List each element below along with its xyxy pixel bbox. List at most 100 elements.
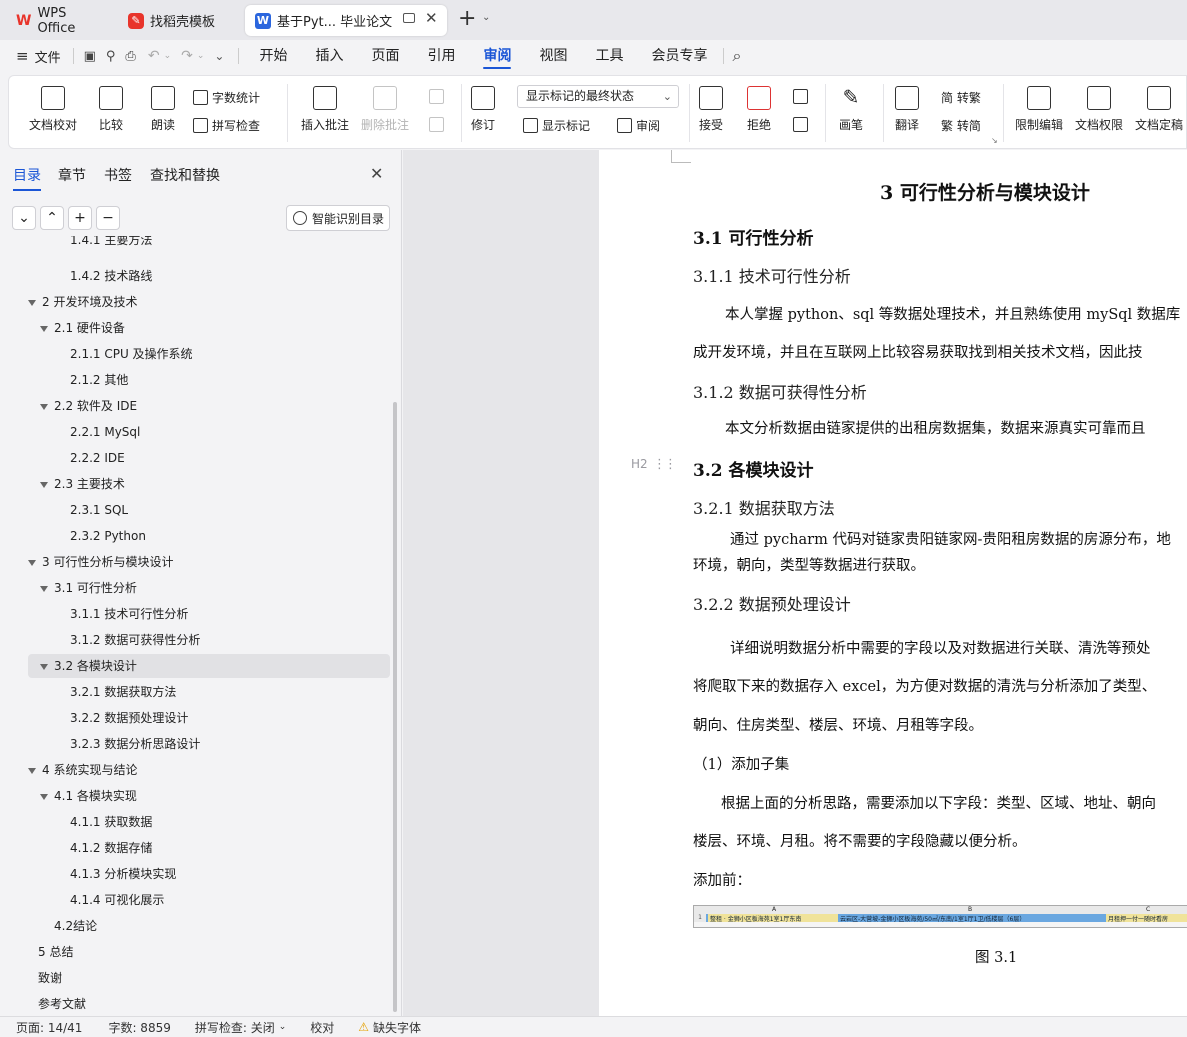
menu-page[interactable]: 页面 xyxy=(357,40,413,72)
toc-item[interactable]: 3.1.2 数据可获得性分析 xyxy=(28,628,390,652)
toc-scrollbar[interactable] xyxy=(393,402,397,1012)
toc-item[interactable]: 3.2.3 数据分析思路设计 xyxy=(28,732,390,756)
doc-permission-button[interactable]: 文档权限 xyxy=(1075,86,1123,133)
redo-chevron-icon[interactable]: ⌄ xyxy=(197,51,205,61)
toc-item[interactable]: 3.2.2 数据预处理设计 xyxy=(28,706,390,730)
hamburger-icon[interactable]: ≡ xyxy=(16,47,29,65)
toc-item[interactable]: 4.1.4 可视化展示 xyxy=(28,888,390,912)
expand-triangle-icon[interactable] xyxy=(40,481,48,488)
word-count-button[interactable]: 字数统计 xyxy=(193,89,260,106)
redo-icon[interactable]: ↷ xyxy=(181,48,193,64)
undo-chevron-icon[interactable]: ⌄ xyxy=(164,51,172,61)
toc-item[interactable]: 2 开发环境及技术 xyxy=(28,290,390,314)
toc-item[interactable]: 2.3.2 Python xyxy=(28,524,390,548)
expand-triangle-icon[interactable] xyxy=(40,585,48,592)
tab-find-replace[interactable]: 查找和替换 xyxy=(150,165,220,185)
toc-item[interactable]: 4.1.3 分析模块实现 xyxy=(28,862,390,886)
undo-icon[interactable]: ↶ xyxy=(148,48,160,64)
doc-finalize-button[interactable]: 文档定稿 xyxy=(1135,86,1183,133)
expand-triangle-icon[interactable] xyxy=(28,299,36,306)
revise-button[interactable]: 修订 xyxy=(471,86,495,133)
tab-list-chevron-icon[interactable]: ⌄ xyxy=(482,12,490,23)
close-panel-icon[interactable]: ✕ xyxy=(370,164,383,183)
new-tab-icon[interactable]: + xyxy=(458,6,476,31)
restrict-edit-button[interactable]: 限制编辑 xyxy=(1015,86,1063,133)
menu-review[interactable]: 审阅 xyxy=(469,40,525,72)
document-page[interactable]: 3 可行性分析与模块设计 3.1 可行性分析 3.1.1 技术可行性分析 本人掌… xyxy=(599,150,1187,1016)
chevron-down-icon[interactable]: ⌄ xyxy=(279,1022,287,1032)
spell-check-status[interactable]: 拼写检查: 关闭 xyxy=(195,1019,275,1036)
tab-wps-office[interactable]: W WPS Office xyxy=(6,5,114,36)
share-icon[interactable]: ⚲ xyxy=(106,49,116,64)
spell-check-button[interactable]: 拼写检查 xyxy=(193,117,260,134)
menu-home[interactable]: 开始 xyxy=(245,40,301,72)
tab-chapters[interactable]: 章节 xyxy=(58,165,86,185)
toc-item[interactable]: 4 系统实现与结论 xyxy=(28,758,390,782)
toc-item[interactable]: 参考文献 xyxy=(28,992,390,1016)
collapse-up-button[interactable]: ⌃ xyxy=(40,206,64,230)
remove-heading-button[interactable]: − xyxy=(96,206,120,230)
expand-triangle-icon[interactable] xyxy=(40,325,48,332)
accept-button[interactable]: 接受 xyxy=(699,86,723,133)
delete-comment-button[interactable]: 删除批注 xyxy=(361,86,409,133)
toc-item[interactable]: 2.2.1 MySql xyxy=(28,420,390,444)
menu-view[interactable]: 视图 xyxy=(525,40,581,72)
toc-item[interactable]: 4.1.2 数据存储 xyxy=(28,836,390,860)
next-change-icon[interactable] xyxy=(793,117,812,132)
proofread-status[interactable]: 校对 xyxy=(310,1019,334,1036)
toc-item[interactable]: 3 可行性分析与模块设计 xyxy=(28,550,390,574)
menu-tools[interactable]: 工具 xyxy=(581,40,637,72)
print-preview-icon[interactable]: ⎙ xyxy=(125,49,135,64)
toc-item[interactable]: 2.2 软件及 IDE xyxy=(28,394,390,418)
prev-change-icon[interactable] xyxy=(793,89,812,104)
trad-to-simp-button[interactable]: 繁 转简 xyxy=(941,117,981,134)
expand-triangle-icon[interactable] xyxy=(40,403,48,410)
page-indicator[interactable]: 页面: 14/41 xyxy=(16,1019,82,1036)
toc-item[interactable]: 2.1.2 其他 xyxy=(28,368,390,392)
expand-triangle-icon[interactable] xyxy=(28,559,36,566)
markup-display-select[interactable]: 显示标记的最终状态 ⌄ xyxy=(517,85,679,108)
tab-bookmarks[interactable]: 书签 xyxy=(104,165,132,185)
review-pane-button[interactable]: 审阅 xyxy=(617,117,660,134)
tab-thesis-document[interactable]: W 基于Pyt... 毕业论文 ✕ xyxy=(245,5,447,36)
toc-item[interactable]: 4.2结论 xyxy=(28,914,390,938)
add-heading-button[interactable]: + xyxy=(68,206,92,230)
dialog-launcher-icon[interactable]: ↘ xyxy=(991,136,998,145)
toc-item[interactable]: 2.3 主要技术 xyxy=(28,472,390,496)
toc-item[interactable]: 5 总结 xyxy=(28,940,390,964)
toc-item[interactable]: 3.1 可行性分析 xyxy=(28,576,390,600)
next-comment-icon[interactable] xyxy=(429,117,448,132)
window-mode-icon[interactable] xyxy=(403,13,415,23)
menu-member[interactable]: 会员专享 xyxy=(637,40,721,72)
doc-check-button[interactable]: 文档校对 xyxy=(29,86,77,133)
toc-item[interactable]: 致谢 xyxy=(28,966,390,990)
toc-item[interactable]: 2.2.2 IDE xyxy=(28,446,390,470)
toc-item[interactable]: 1.4.1 主要方法 xyxy=(28,236,390,252)
menu-references[interactable]: 引用 xyxy=(413,40,469,72)
expand-triangle-icon[interactable] xyxy=(28,767,36,774)
toc-item[interactable]: 3.2 各模块设计 xyxy=(28,654,390,678)
tab-docer-templates[interactable]: ✎ 找稻壳模板 xyxy=(118,5,240,36)
close-tab-icon[interactable]: ✕ xyxy=(425,9,438,27)
word-count-status[interactable]: 字数: 8859 xyxy=(108,1019,170,1036)
simp-to-trad-button[interactable]: 简 转繁 xyxy=(941,89,981,106)
save-icon[interactable]: ▣ xyxy=(84,49,96,64)
translate-button[interactable]: 翻译 xyxy=(895,86,919,133)
search-icon[interactable]: ⌕ xyxy=(732,46,741,66)
menu-insert[interactable]: 插入 xyxy=(301,40,357,72)
collapse-down-button[interactable]: ⌄ xyxy=(12,206,36,230)
drag-handle-icon[interactable]: ⋮⋮ xyxy=(653,457,677,472)
toc-item[interactable]: 2.3.1 SQL xyxy=(28,498,390,522)
smart-toc-button[interactable]: 智能识别目录 xyxy=(286,205,390,231)
toc-item[interactable]: 2.1 硬件设备 xyxy=(28,316,390,340)
expand-triangle-icon[interactable] xyxy=(40,793,48,800)
reject-button[interactable]: 拒绝 xyxy=(747,86,771,133)
prev-comment-icon[interactable] xyxy=(429,89,448,104)
tab-toc[interactable]: 目录 xyxy=(13,165,41,191)
read-aloud-button[interactable]: 朗读 xyxy=(151,86,175,133)
toc-item[interactable]: 1.4.2 技术路线 xyxy=(28,264,390,288)
missing-font-status[interactable]: 缺失字体 xyxy=(373,1019,421,1036)
more-chevron-icon[interactable]: ⌄ xyxy=(214,49,224,63)
compare-button[interactable]: 比较 xyxy=(99,86,123,133)
show-markup-button[interactable]: 显示标记 xyxy=(523,117,590,134)
